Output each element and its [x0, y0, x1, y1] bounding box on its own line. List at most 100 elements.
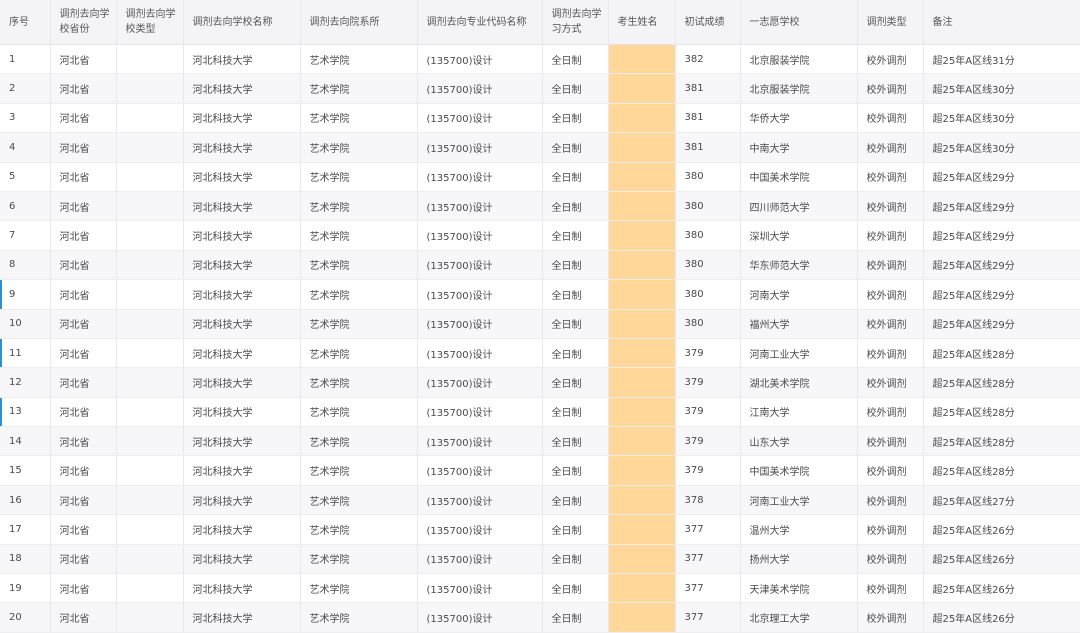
cell-adjust-type[interactable]: 校外调剂: [857, 250, 924, 281]
cell-dept[interactable]: 艺术学院: [300, 73, 418, 104]
header-school-type[interactable]: 调剂去向学校类型: [116, 0, 184, 45]
cell-school[interactable]: 河北科技大学: [183, 573, 301, 604]
cell-idx[interactable]: 5: [0, 162, 51, 192]
cell-dept[interactable]: 艺术学院: [300, 514, 418, 545]
cell-dept[interactable]: 艺术学院: [300, 397, 418, 428]
cell-name[interactable]: [608, 514, 676, 545]
cell-note[interactable]: 超25年A区线28分: [923, 338, 1080, 369]
cell-adjust-type[interactable]: 校外调剂: [857, 573, 924, 604]
cell-school-type[interactable]: [116, 426, 184, 457]
cell-mode[interactable]: 全日制: [542, 573, 609, 604]
cell-idx[interactable]: 6: [0, 191, 51, 222]
cell-note[interactable]: 超25年A区线28分: [923, 455, 1080, 486]
cell-major[interactable]: (135700)设计: [417, 397, 543, 428]
cell-score[interactable]: 379: [675, 455, 741, 486]
cell-school[interactable]: 河北科技大学: [183, 44, 301, 75]
cell-adjust-type[interactable]: 校外调剂: [857, 44, 924, 75]
cell-name[interactable]: [608, 485, 676, 516]
cell-idx[interactable]: 16: [0, 485, 51, 516]
cell-mode[interactable]: 全日制: [542, 250, 609, 281]
cell-first-choice[interactable]: 华东师范大学: [740, 250, 858, 281]
table-row[interactable]: 12 河北省 河北科技大学 艺术学院 (135700)设计 全日制 379 湖北美术学院 校外调…: [0, 367, 1080, 398]
header-name[interactable]: 考生姓名: [608, 0, 676, 45]
cell-province[interactable]: 河北省: [50, 279, 117, 310]
header-first-choice[interactable]: 一志愿学校: [740, 0, 858, 45]
cell-province[interactable]: 河北省: [50, 397, 117, 428]
cell-major[interactable]: (135700)设计: [417, 309, 543, 339]
cell-school-type[interactable]: [116, 573, 184, 604]
cell-school[interactable]: 河北科技大学: [183, 309, 301, 339]
cell-province[interactable]: 河北省: [50, 309, 117, 339]
cell-adjust-type[interactable]: 校外调剂: [857, 162, 924, 192]
cell-name[interactable]: [608, 573, 676, 604]
cell-idx[interactable]: 2: [0, 73, 51, 104]
cell-dept[interactable]: 艺术学院: [300, 367, 418, 398]
cell-major[interactable]: (135700)设计: [417, 544, 543, 575]
cell-dept[interactable]: 艺术学院: [300, 250, 418, 281]
cell-score[interactable]: 380: [675, 279, 741, 310]
cell-province[interactable]: 河北省: [50, 367, 117, 398]
table-row[interactable]: 3 河北省 河北科技大学 艺术学院 (135700)设计 全日制 381 华侨大学 校外调剂 超2…: [0, 103, 1080, 134]
cell-mode[interactable]: 全日制: [542, 426, 609, 457]
cell-province[interactable]: 河北省: [50, 73, 117, 104]
cell-school-type[interactable]: [116, 103, 184, 134]
cell-major[interactable]: (135700)设计: [417, 279, 543, 310]
cell-idx[interactable]: 15: [0, 455, 51, 486]
cell-major[interactable]: (135700)设计: [417, 485, 543, 516]
cell-score[interactable]: 377: [675, 544, 741, 575]
table-row[interactable]: 1 河北省 河北科技大学 艺术学院 (135700)设计 全日制 382 北京服装学院 校外调剂…: [0, 44, 1080, 75]
header-school[interactable]: 调剂去向学校名称: [183, 0, 301, 45]
cell-mode[interactable]: 全日制: [542, 44, 609, 75]
table-row[interactable]: 14 河北省 河北科技大学 艺术学院 (135700)设计 全日制 379 山东大学 校外调剂超…: [0, 426, 1080, 457]
cell-name[interactable]: [608, 250, 676, 281]
cell-adjust-type[interactable]: 校外调剂: [857, 338, 924, 369]
cell-mode[interactable]: 全日制: [542, 73, 609, 104]
cell-name[interactable]: [608, 338, 676, 369]
cell-name[interactable]: [608, 44, 676, 75]
cell-province[interactable]: 河北省: [50, 426, 117, 457]
cell-first-choice[interactable]: 中南大学: [740, 132, 858, 163]
cell-idx[interactable]: 10: [0, 309, 51, 339]
cell-mode[interactable]: 全日制: [542, 544, 609, 575]
cell-school[interactable]: 河北科技大学: [183, 426, 301, 457]
cell-first-choice[interactable]: 河南大学: [740, 279, 858, 310]
cell-idx[interactable]: 18: [0, 544, 51, 575]
cell-name[interactable]: [608, 602, 676, 633]
cell-school[interactable]: 河北科技大学: [183, 162, 301, 192]
cell-first-choice[interactable]: 北京理工大学: [740, 602, 858, 633]
cell-score[interactable]: 379: [675, 426, 741, 457]
cell-province[interactable]: 河北省: [50, 191, 117, 222]
cell-province[interactable]: 河北省: [50, 485, 117, 516]
header-adjust-type[interactable]: 调剂类型: [857, 0, 924, 45]
cell-dept[interactable]: 艺术学院: [300, 279, 418, 310]
cell-school-type[interactable]: [116, 544, 184, 575]
cell-idx[interactable]: 17: [0, 514, 51, 545]
cell-idx[interactable]: 8: [0, 250, 51, 281]
cell-first-choice[interactable]: 北京服装学院: [740, 44, 858, 75]
cell-dept[interactable]: 艺术学院: [300, 573, 418, 604]
cell-score[interactable]: 379: [675, 397, 741, 428]
table-row[interactable]: 19 河北省 河北科技大学 艺术学院 (135700)设计 全日制 377 天津美术学院 校外调…: [0, 573, 1080, 604]
cell-note[interactable]: 超25年A区线29分: [923, 162, 1080, 192]
cell-mode[interactable]: 全日制: [542, 514, 609, 545]
cell-adjust-type[interactable]: 校外调剂: [857, 73, 924, 104]
cell-adjust-type[interactable]: 校外调剂: [857, 191, 924, 222]
cell-name[interactable]: [608, 309, 676, 339]
cell-school-type[interactable]: [116, 162, 184, 192]
header-dept[interactable]: 调剂去向院系所: [300, 0, 418, 45]
table-row[interactable]: 17 河北省 河北科技大学 艺术学院 (135700)设计 全日制 377 温州大学 校外调剂超…: [0, 514, 1080, 545]
cell-major[interactable]: (135700)设计: [417, 162, 543, 192]
cell-school[interactable]: 河北科技大学: [183, 367, 301, 398]
cell-major[interactable]: (135700)设计: [417, 103, 543, 134]
cell-adjust-type[interactable]: 校外调剂: [857, 132, 924, 163]
cell-name[interactable]: [608, 455, 676, 486]
table-row[interactable]: 8 河北省 河北科技大学 艺术学院 (135700)设计 全日制 380 华东师范大学 校外调剂…: [0, 250, 1080, 281]
cell-school[interactable]: 河北科技大学: [183, 191, 301, 222]
table-row[interactable]: 15 河北省 河北科技大学 艺术学院 (135700)设计 全日制 379 中国美术学院 校外调…: [0, 455, 1080, 486]
cell-school[interactable]: 河北科技大学: [183, 220, 301, 251]
cell-major[interactable]: (135700)设计: [417, 514, 543, 545]
cell-dept[interactable]: 艺术学院: [300, 455, 418, 486]
header-note[interactable]: 备注: [923, 0, 1080, 45]
cell-name[interactable]: [608, 132, 676, 163]
cell-score[interactable]: 377: [675, 602, 741, 633]
